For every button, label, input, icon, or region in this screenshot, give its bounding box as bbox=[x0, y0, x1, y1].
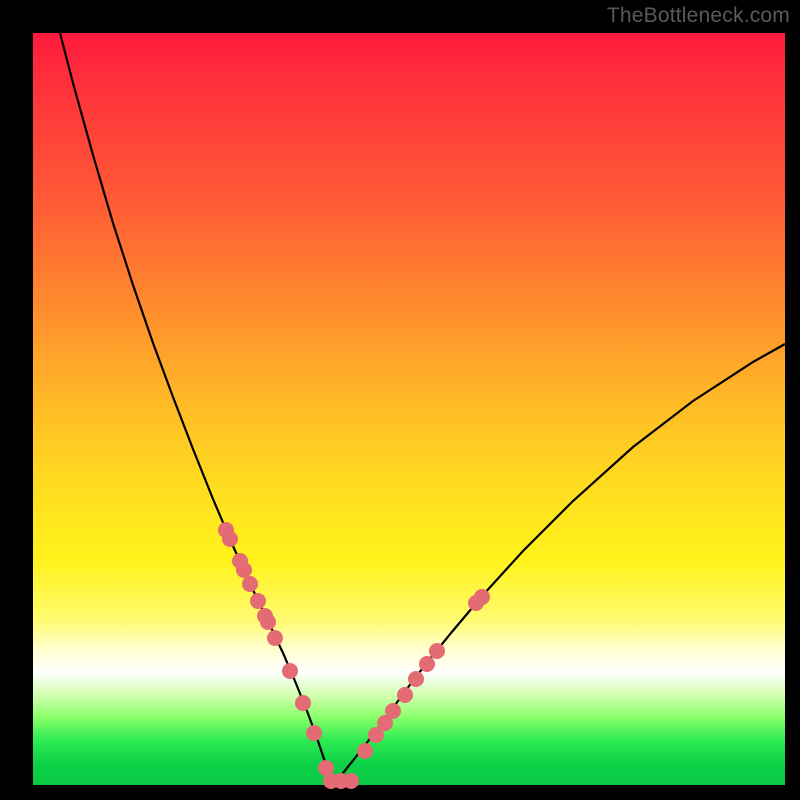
data-marker bbox=[236, 562, 252, 578]
data-marker bbox=[357, 743, 373, 759]
data-marker bbox=[397, 687, 413, 703]
data-marker bbox=[306, 725, 322, 741]
data-marker bbox=[222, 531, 238, 547]
data-marker bbox=[282, 663, 298, 679]
data-marker bbox=[419, 656, 435, 672]
data-marker bbox=[343, 773, 359, 789]
data-marker bbox=[250, 593, 266, 609]
data-marker bbox=[260, 614, 276, 630]
outer-frame: TheBottleneck.com bbox=[0, 0, 800, 800]
data-marker bbox=[267, 630, 283, 646]
data-marker bbox=[408, 671, 424, 687]
data-marker bbox=[429, 643, 445, 659]
watermark-text: TheBottleneck.com bbox=[607, 4, 790, 28]
chart-svg bbox=[33, 33, 785, 785]
data-marker bbox=[385, 703, 401, 719]
right-curve bbox=[333, 344, 785, 785]
data-marker bbox=[295, 695, 311, 711]
marker-group bbox=[218, 522, 490, 789]
data-marker bbox=[242, 576, 258, 592]
data-marker bbox=[474, 589, 490, 605]
